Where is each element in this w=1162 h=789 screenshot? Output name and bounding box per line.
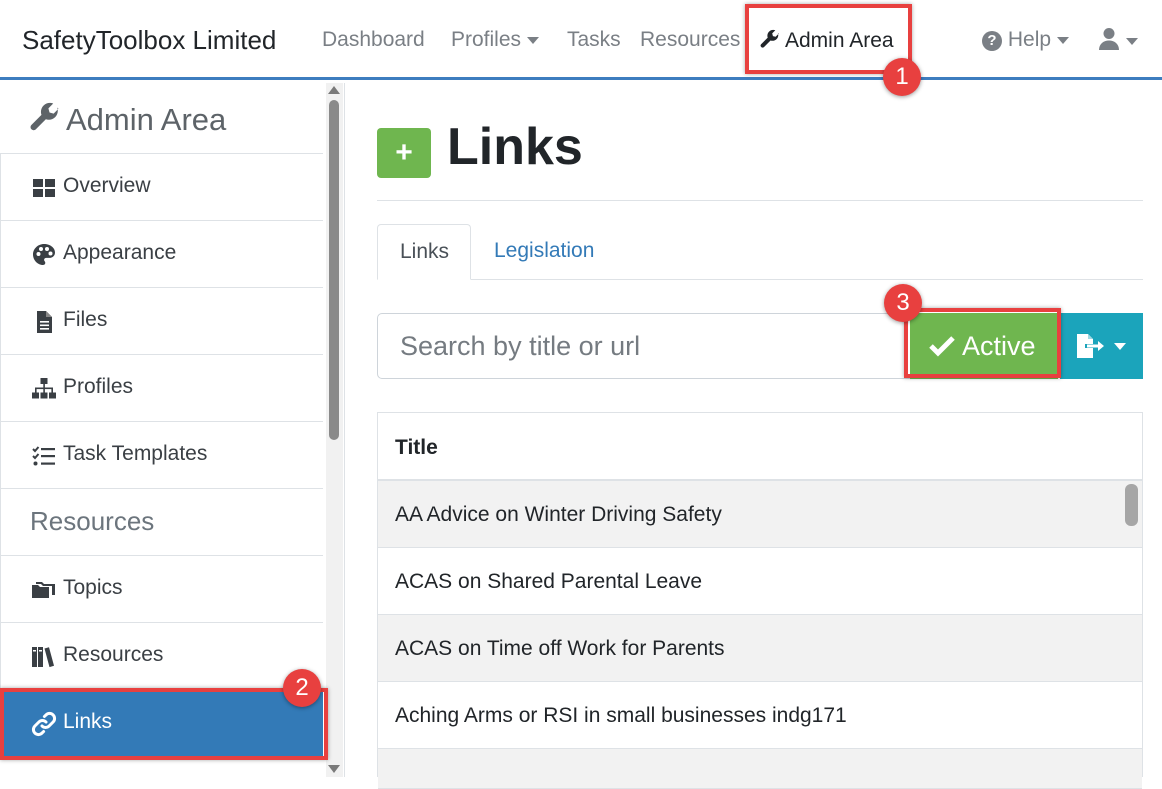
- wrench-icon: [30, 102, 59, 131]
- annotation-badge-1: 1: [883, 58, 921, 96]
- export-dropdown-button[interactable]: [1060, 313, 1143, 379]
- nav-profiles[interactable]: Profiles: [451, 28, 540, 52]
- table-cell-title: Aching Arms or RSI in small businesses i…: [395, 704, 847, 727]
- chevron-down-icon: [1126, 37, 1138, 45]
- divider: [377, 200, 1143, 201]
- table-row[interactable]: Aching Arms or RSI in small businesses i…: [378, 682, 1142, 749]
- annotation-highlight-links: [0, 688, 328, 760]
- tab-links[interactable]: Links: [377, 224, 471, 280]
- sidebar-item-label: Task Templates: [63, 442, 208, 465]
- sidebar-title-label: Admin Area: [66, 102, 227, 137]
- tasks-icon: [32, 446, 55, 466]
- tab-legislation[interactable]: Legislation: [472, 224, 616, 280]
- nav-tasks[interactable]: Tasks: [567, 28, 621, 52]
- table-cell-title: ACAS on Shared Parental Leave: [395, 570, 703, 593]
- chevron-down-icon: [1114, 343, 1126, 350]
- page-title: Links: [447, 118, 583, 176]
- palette-icon: [33, 244, 55, 265]
- sidebar-section-resources: Resources: [0, 488, 323, 555]
- top-navbar: SafetyToolbox Limited Dashboard Profiles…: [0, 0, 1162, 80]
- search-input[interactable]: [378, 314, 916, 378]
- sidebar-item-label: Appearance: [63, 241, 177, 264]
- table-scroll-thumb[interactable]: [1125, 484, 1138, 526]
- sidebar-item-profiles[interactable]: Profiles: [0, 354, 323, 421]
- annotation-badge-2: 2: [283, 669, 321, 707]
- scroll-up-arrow-icon[interactable]: [328, 86, 340, 94]
- chevron-down-icon: [1057, 36, 1070, 44]
- scroll-down-arrow-icon[interactable]: [328, 765, 340, 773]
- table-header-title[interactable]: Title: [378, 413, 1142, 481]
- sidebar-section-label: Resources: [30, 506, 155, 536]
- column-header-title: Title: [395, 436, 438, 459]
- nav-help-label: Help: [1007, 28, 1052, 51]
- table-cell-title: ACAS on Time off Work for Parents: [395, 637, 725, 660]
- table-cell-title: AA Advice on Winter Driving Safety: [395, 503, 722, 526]
- nav-dashboard[interactable]: Dashboard: [322, 28, 425, 52]
- sidebar-item-label: Profiles: [63, 375, 134, 398]
- nav-profiles-label: Profiles: [451, 28, 522, 51]
- sidebar-item-label: Resources: [63, 643, 164, 666]
- table-row[interactable]: AA Advice on Winter Driving Safety: [378, 481, 1142, 548]
- sidebar-item-topics[interactable]: Topics: [0, 555, 323, 622]
- annotation-badge-3: 3: [884, 284, 922, 322]
- search-box: [377, 313, 917, 379]
- user-menu[interactable]: [1098, 27, 1138, 53]
- nav-help[interactable]: ? Help: [982, 28, 1070, 52]
- sidebar-item-label: Topics: [63, 576, 123, 599]
- sidebar-item-files[interactable]: Files: [0, 287, 323, 354]
- grid-icon: [33, 179, 55, 197]
- file-icon: [37, 311, 52, 333]
- sidebar-scroll-thumb[interactable]: [329, 100, 339, 440]
- annotation-highlight-active: [904, 308, 1061, 378]
- chevron-down-icon: [527, 36, 540, 44]
- nav-resources[interactable]: Resources: [640, 28, 740, 52]
- add-link-button[interactable]: +: [377, 128, 431, 178]
- links-table: Title AA Advice on Winter Driving Safety…: [377, 412, 1143, 789]
- folders-icon: [32, 582, 55, 598]
- brand-name[interactable]: SafetyToolbox Limited: [22, 25, 276, 56]
- sidebar-title: Admin Area: [28, 100, 226, 138]
- table-row[interactable]: [378, 749, 1142, 789]
- sidebar-item-task-templates[interactable]: Task Templates: [0, 421, 323, 488]
- sitemap-icon: [32, 378, 56, 399]
- sidebar-item-label: Files: [63, 308, 108, 331]
- sidebar-item-overview[interactable]: Overview: [0, 153, 323, 220]
- sidebar-item-label: Overview: [63, 174, 151, 197]
- file-export-icon: [1077, 334, 1104, 358]
- sidebar-item-appearance[interactable]: Appearance: [0, 220, 323, 287]
- table-row[interactable]: ACAS on Shared Parental Leave: [378, 548, 1142, 615]
- user-icon: [1099, 28, 1119, 50]
- table-row[interactable]: ACAS on Time off Work for Parents: [378, 615, 1142, 682]
- question-circle-icon: ?: [982, 31, 1002, 51]
- books-icon: [32, 647, 54, 668]
- sidebar-item-resources[interactable]: Resources: [0, 622, 323, 689]
